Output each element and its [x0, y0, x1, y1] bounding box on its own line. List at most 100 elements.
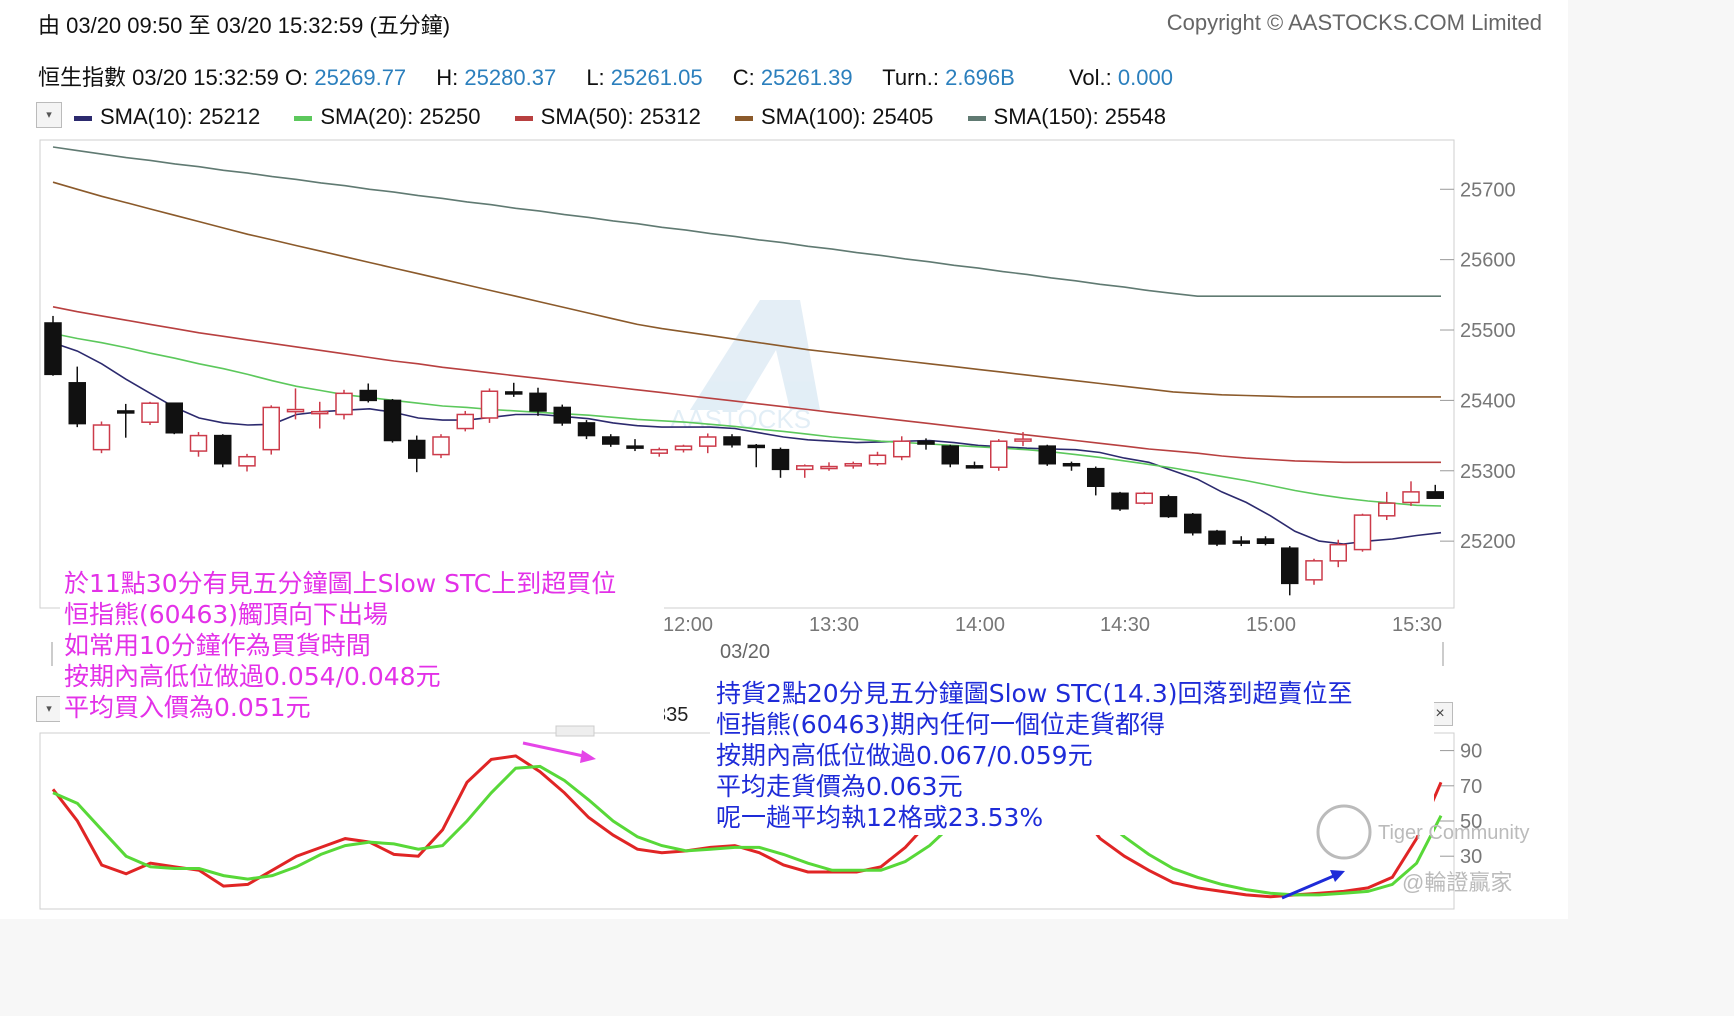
candle-body: [553, 406, 571, 424]
candle: [432, 434, 450, 459]
candle-body: [408, 439, 426, 459]
candle: [577, 420, 596, 440]
candle-body: [941, 445, 959, 465]
x-tick-label: 15:00: [1246, 614, 1296, 636]
candle-body: [165, 402, 183, 434]
candle-body: [335, 392, 353, 416]
candle-body: [965, 465, 984, 469]
y-tick-label: 25200: [1460, 531, 1516, 553]
annotation-buy-line: 恒指熊(60463)觸頂向下出場: [64, 600, 389, 629]
candle-body: [771, 448, 790, 471]
candle-body: [505, 391, 523, 395]
watermark-community-text: Tiger Community: [1378, 822, 1530, 844]
candle-body: [1378, 502, 1396, 517]
candle-body: [699, 436, 717, 447]
candle-body: [480, 390, 499, 419]
candle-body: [990, 440, 1008, 468]
candle-body: [1014, 438, 1032, 442]
candle-body: [383, 399, 402, 442]
annotation-sell-line: 平均走貨價為0.063元: [716, 772, 963, 801]
candle-body: [456, 413, 474, 430]
candle-body: [1111, 492, 1129, 510]
annotation-buy-line: 平均買入價為0.051元: [64, 693, 311, 722]
annotation-buy-line: 於11點30分有見五分鐘圖上Slow STC上到超買位: [64, 569, 617, 598]
tiger-logo-icon: [1316, 804, 1372, 860]
candle-body: [1426, 491, 1444, 499]
x-date-label: 03/20: [720, 641, 770, 663]
candle-body: [141, 402, 159, 423]
annotation-buy-line: 按期內高低位做過0.054/0.048元: [64, 662, 441, 691]
candle-body: [214, 434, 232, 465]
candle-body: [238, 455, 256, 467]
annotation-sell-line: 恒指熊(60463)期內任何一個位走貨都得: [716, 710, 1166, 739]
candle: [941, 444, 959, 468]
stc-dropdown-icon[interactable]: ▾: [36, 696, 62, 722]
annotation-buy: 於11點30分有見五分鐘圖上Slow STC上到超買位 恒指熊(60463)觸頂…: [60, 566, 664, 725]
candle-body: [68, 382, 86, 425]
candle-body: [650, 448, 668, 454]
candle: [92, 421, 111, 454]
x-tick-label: 12:00: [663, 614, 713, 636]
candle-body: [1135, 492, 1153, 504]
y-tick-label: 25600: [1460, 250, 1516, 272]
candle-body: [917, 440, 935, 445]
stc-y-tick-label: 70: [1460, 776, 1482, 798]
candle: [44, 315, 62, 376]
tiger-community-watermark: Tiger Community @輪證贏家: [1316, 804, 1530, 895]
x-tick-label: 14:30: [1100, 614, 1150, 636]
candle-body: [1281, 547, 1299, 585]
candle-body: [117, 410, 135, 414]
candle-body: [311, 410, 329, 415]
time-x-axis: 12:00 13:30 14:00 14:30 15:00 15:30: [663, 614, 1442, 636]
candle: [383, 398, 402, 443]
candle-body: [1184, 513, 1202, 534]
candle: [1353, 513, 1372, 552]
candle-body: [432, 436, 450, 456]
candle-body: [1305, 560, 1323, 581]
annotation-buy-line: 如常用10分鐘作為買貨時間: [64, 631, 371, 660]
candle-body: [44, 322, 62, 376]
candle-body: [868, 454, 887, 465]
x-tick-label: 14:00: [955, 614, 1005, 636]
candle-body: [674, 445, 693, 451]
chart-page: { "header":{ "range_text":"由 03/20 09:50…: [0, 0, 1568, 919]
annotation-sell-line: 按期內高低位做過0.067/0.059元: [716, 741, 1093, 770]
candle-body: [602, 436, 620, 445]
candle-body: [1159, 496, 1178, 518]
candle: [480, 388, 499, 423]
candle: [1111, 491, 1129, 511]
y-tick-label: 25700: [1460, 179, 1516, 201]
stc-y-tick-label: 90: [1460, 741, 1482, 763]
candle: [1159, 494, 1178, 518]
candle-body: [1208, 530, 1226, 545]
candle-body: [189, 434, 208, 452]
y-tick-label: 25400: [1460, 390, 1516, 412]
candle-body: [796, 465, 814, 471]
y-tick-label: 25300: [1460, 461, 1516, 483]
candle: [214, 434, 232, 468]
candle: [1208, 529, 1226, 547]
candle-body: [820, 465, 838, 470]
y-tick-label: 25500: [1460, 320, 1516, 342]
candle: [1135, 491, 1153, 505]
candle: [990, 439, 1008, 471]
candle-body: [1232, 540, 1250, 544]
candle-body: [359, 389, 377, 402]
stc-resize-handle[interactable]: [555, 725, 595, 737]
candle-body: [529, 392, 547, 412]
candle-body: [1256, 538, 1275, 545]
candle: [456, 410, 474, 432]
candle-body: [893, 440, 911, 458]
candle-body: [723, 436, 741, 446]
x-tick-label: 13:30: [809, 614, 859, 636]
candle-body: [1353, 514, 1372, 551]
x-tick-label: 15:30: [1392, 614, 1442, 636]
candle: [165, 402, 183, 435]
candle: [1184, 512, 1202, 536]
candle-body: [92, 424, 111, 451]
candle-body: [1329, 543, 1347, 562]
candle-body: [1062, 462, 1081, 467]
candle: [553, 404, 571, 426]
candle-body: [1038, 445, 1056, 465]
watermark-author-text: @輪證贏家: [1402, 870, 1512, 895]
